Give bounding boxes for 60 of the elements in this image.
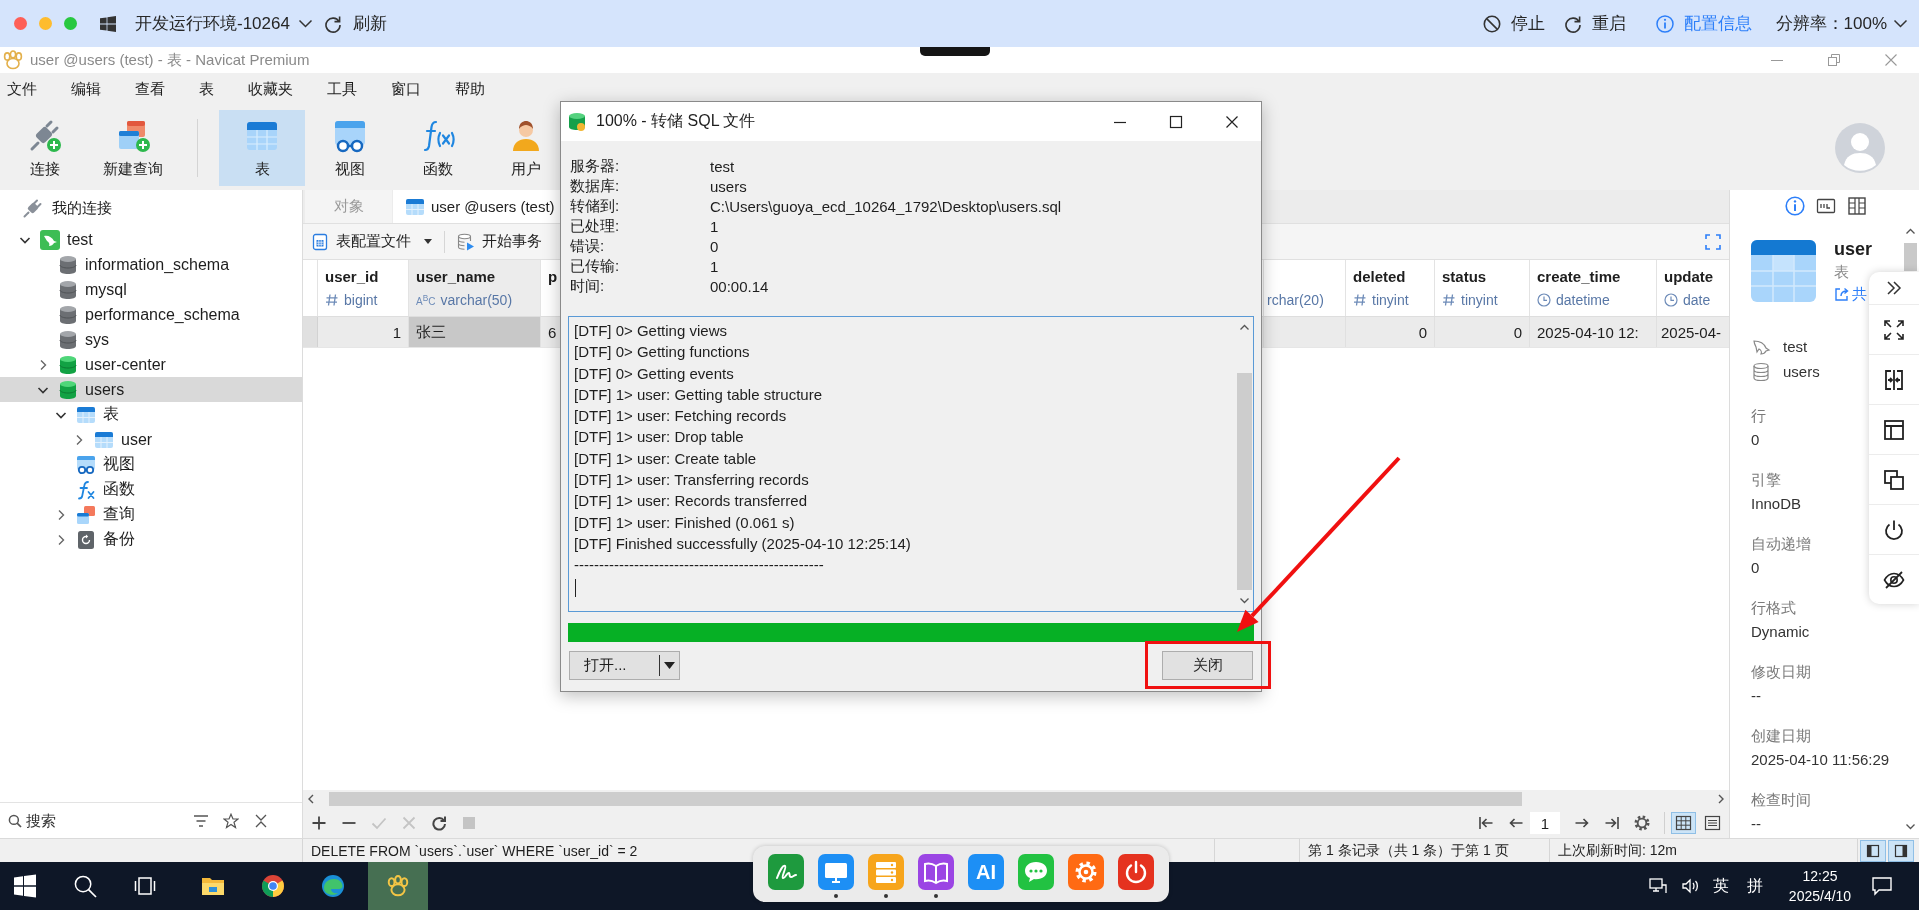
property-value: 0 xyxy=(1751,430,1760,450)
sql-statement: DELETE FROM `users`.`user` WHERE `user_id` = 2 xyxy=(311,842,638,859)
text-type-icon: A$^{B}$C xyxy=(416,290,436,310)
property-label: 创建日期 xyxy=(1751,726,1811,746)
log-line: [DTF] 1> user: Finished (0.061 s) xyxy=(574,512,795,533)
info-value: users xyxy=(710,177,747,195)
column-type: tinyint xyxy=(1372,292,1409,308)
info-value: 1 xyxy=(710,257,719,275)
info-label: 错误: xyxy=(570,236,605,256)
log-line: [DTF] 1> user: Transferring records xyxy=(574,470,809,491)
log-line: [DTF] 1> user: Records transferred xyxy=(574,491,807,512)
window-title: user @users (test) - 表 - Navicat Premium xyxy=(30,50,310,70)
table-cell-text: 2025-04- xyxy=(1660,322,1723,343)
property-value: -- xyxy=(1751,686,1761,706)
database-name: users xyxy=(1783,363,1820,380)
table-cell: 张三 xyxy=(409,317,541,347)
property-label: 行 xyxy=(1751,406,1766,426)
table-cell: 0 xyxy=(1346,317,1435,347)
property-label: 检查时间 xyxy=(1751,790,1811,810)
property-label: 引擎 xyxy=(1751,470,1781,490)
column-type: varchar(50) xyxy=(440,292,513,308)
property-value: -- xyxy=(1751,814,1761,834)
log-line: [DTF] Finished successfully (2025-04-10 12:25:14) xyxy=(574,533,911,554)
table-cell: 2025-04-10 12: xyxy=(1530,317,1657,347)
log-line: [DTF] 1> user: Create table xyxy=(574,448,757,469)
table-cell: 0 xyxy=(1435,317,1530,347)
column-type: rchar(20) xyxy=(1267,292,1324,308)
property-value: Dynamic xyxy=(1751,622,1810,642)
property-value: 2025-04-10 11:56:29 xyxy=(1751,750,1890,770)
log-line: -------------------------------------------------- xyxy=(574,555,824,576)
log-line: [DTF] 0> Getting views xyxy=(574,321,727,341)
column-type: date xyxy=(1683,292,1711,308)
property-value: 0 xyxy=(1751,558,1760,578)
column-type: bigint xyxy=(344,292,378,308)
log-line: [DTF] 1> user: Fetching records xyxy=(574,406,787,427)
refresh-time: 上次刷新时间: 12m xyxy=(1558,841,1677,860)
info-value: 0 xyxy=(710,237,719,255)
object-name: user xyxy=(1834,238,1873,260)
log-line: [DTF] 1> user: Drop table xyxy=(574,427,744,448)
info-label: 时间: xyxy=(570,276,605,296)
info-value: 1 xyxy=(710,217,719,235)
section-title: 我的连接 xyxy=(52,199,112,218)
info-label: 服务器: xyxy=(570,156,620,176)
property-value: InnoDB xyxy=(1751,494,1802,514)
property-label: 自动递增 xyxy=(1751,534,1811,554)
column-type: datetime xyxy=(1556,292,1610,308)
connection-name: test xyxy=(1783,338,1808,355)
info-label: 已传输: xyxy=(570,256,620,276)
log-line: [DTF] 0> Getting functions xyxy=(574,342,750,363)
log-line: [DTF] 0> Getting events xyxy=(574,363,734,384)
dialog-title: 100% - 转储 SQL 文件 xyxy=(596,111,756,131)
record-info: 第 1 条记录（共 1 条）于第 1 页 xyxy=(1308,841,1509,860)
info-value: test xyxy=(710,157,735,175)
info-value: 00:00.14 xyxy=(710,277,769,295)
object-type: 表 xyxy=(1834,262,1849,282)
property-label: 行格式 xyxy=(1751,598,1796,618)
property-label: 修改日期 xyxy=(1751,662,1811,682)
info-value: C:\Users\guoya_ecd_10264_1792\Desktop\users.sql xyxy=(710,197,1062,215)
log-line: [DTF] 1> user: Getting table structure xyxy=(574,384,823,405)
column-type: tinyint xyxy=(1461,292,1498,308)
